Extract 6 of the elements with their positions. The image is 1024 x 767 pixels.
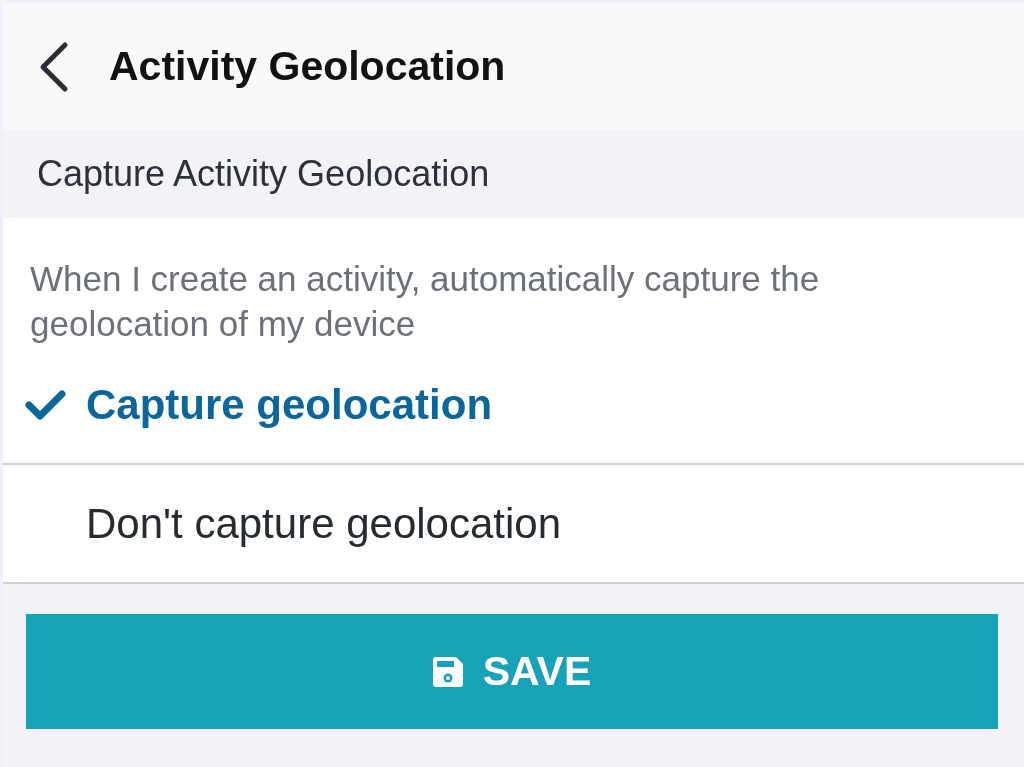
option-item[interactable]: Capture geolocation <box>3 346 1024 465</box>
option-item[interactable]: Don't capture geolocation <box>3 465 1024 584</box>
description-text: When I create an activity, automatically capture the geolocation of my device <box>29 258 821 345</box>
checkmark-icon <box>25 389 66 420</box>
page-title: Activity Geolocation <box>109 43 506 90</box>
section-label: Capture Activity Geolocation <box>37 153 490 195</box>
